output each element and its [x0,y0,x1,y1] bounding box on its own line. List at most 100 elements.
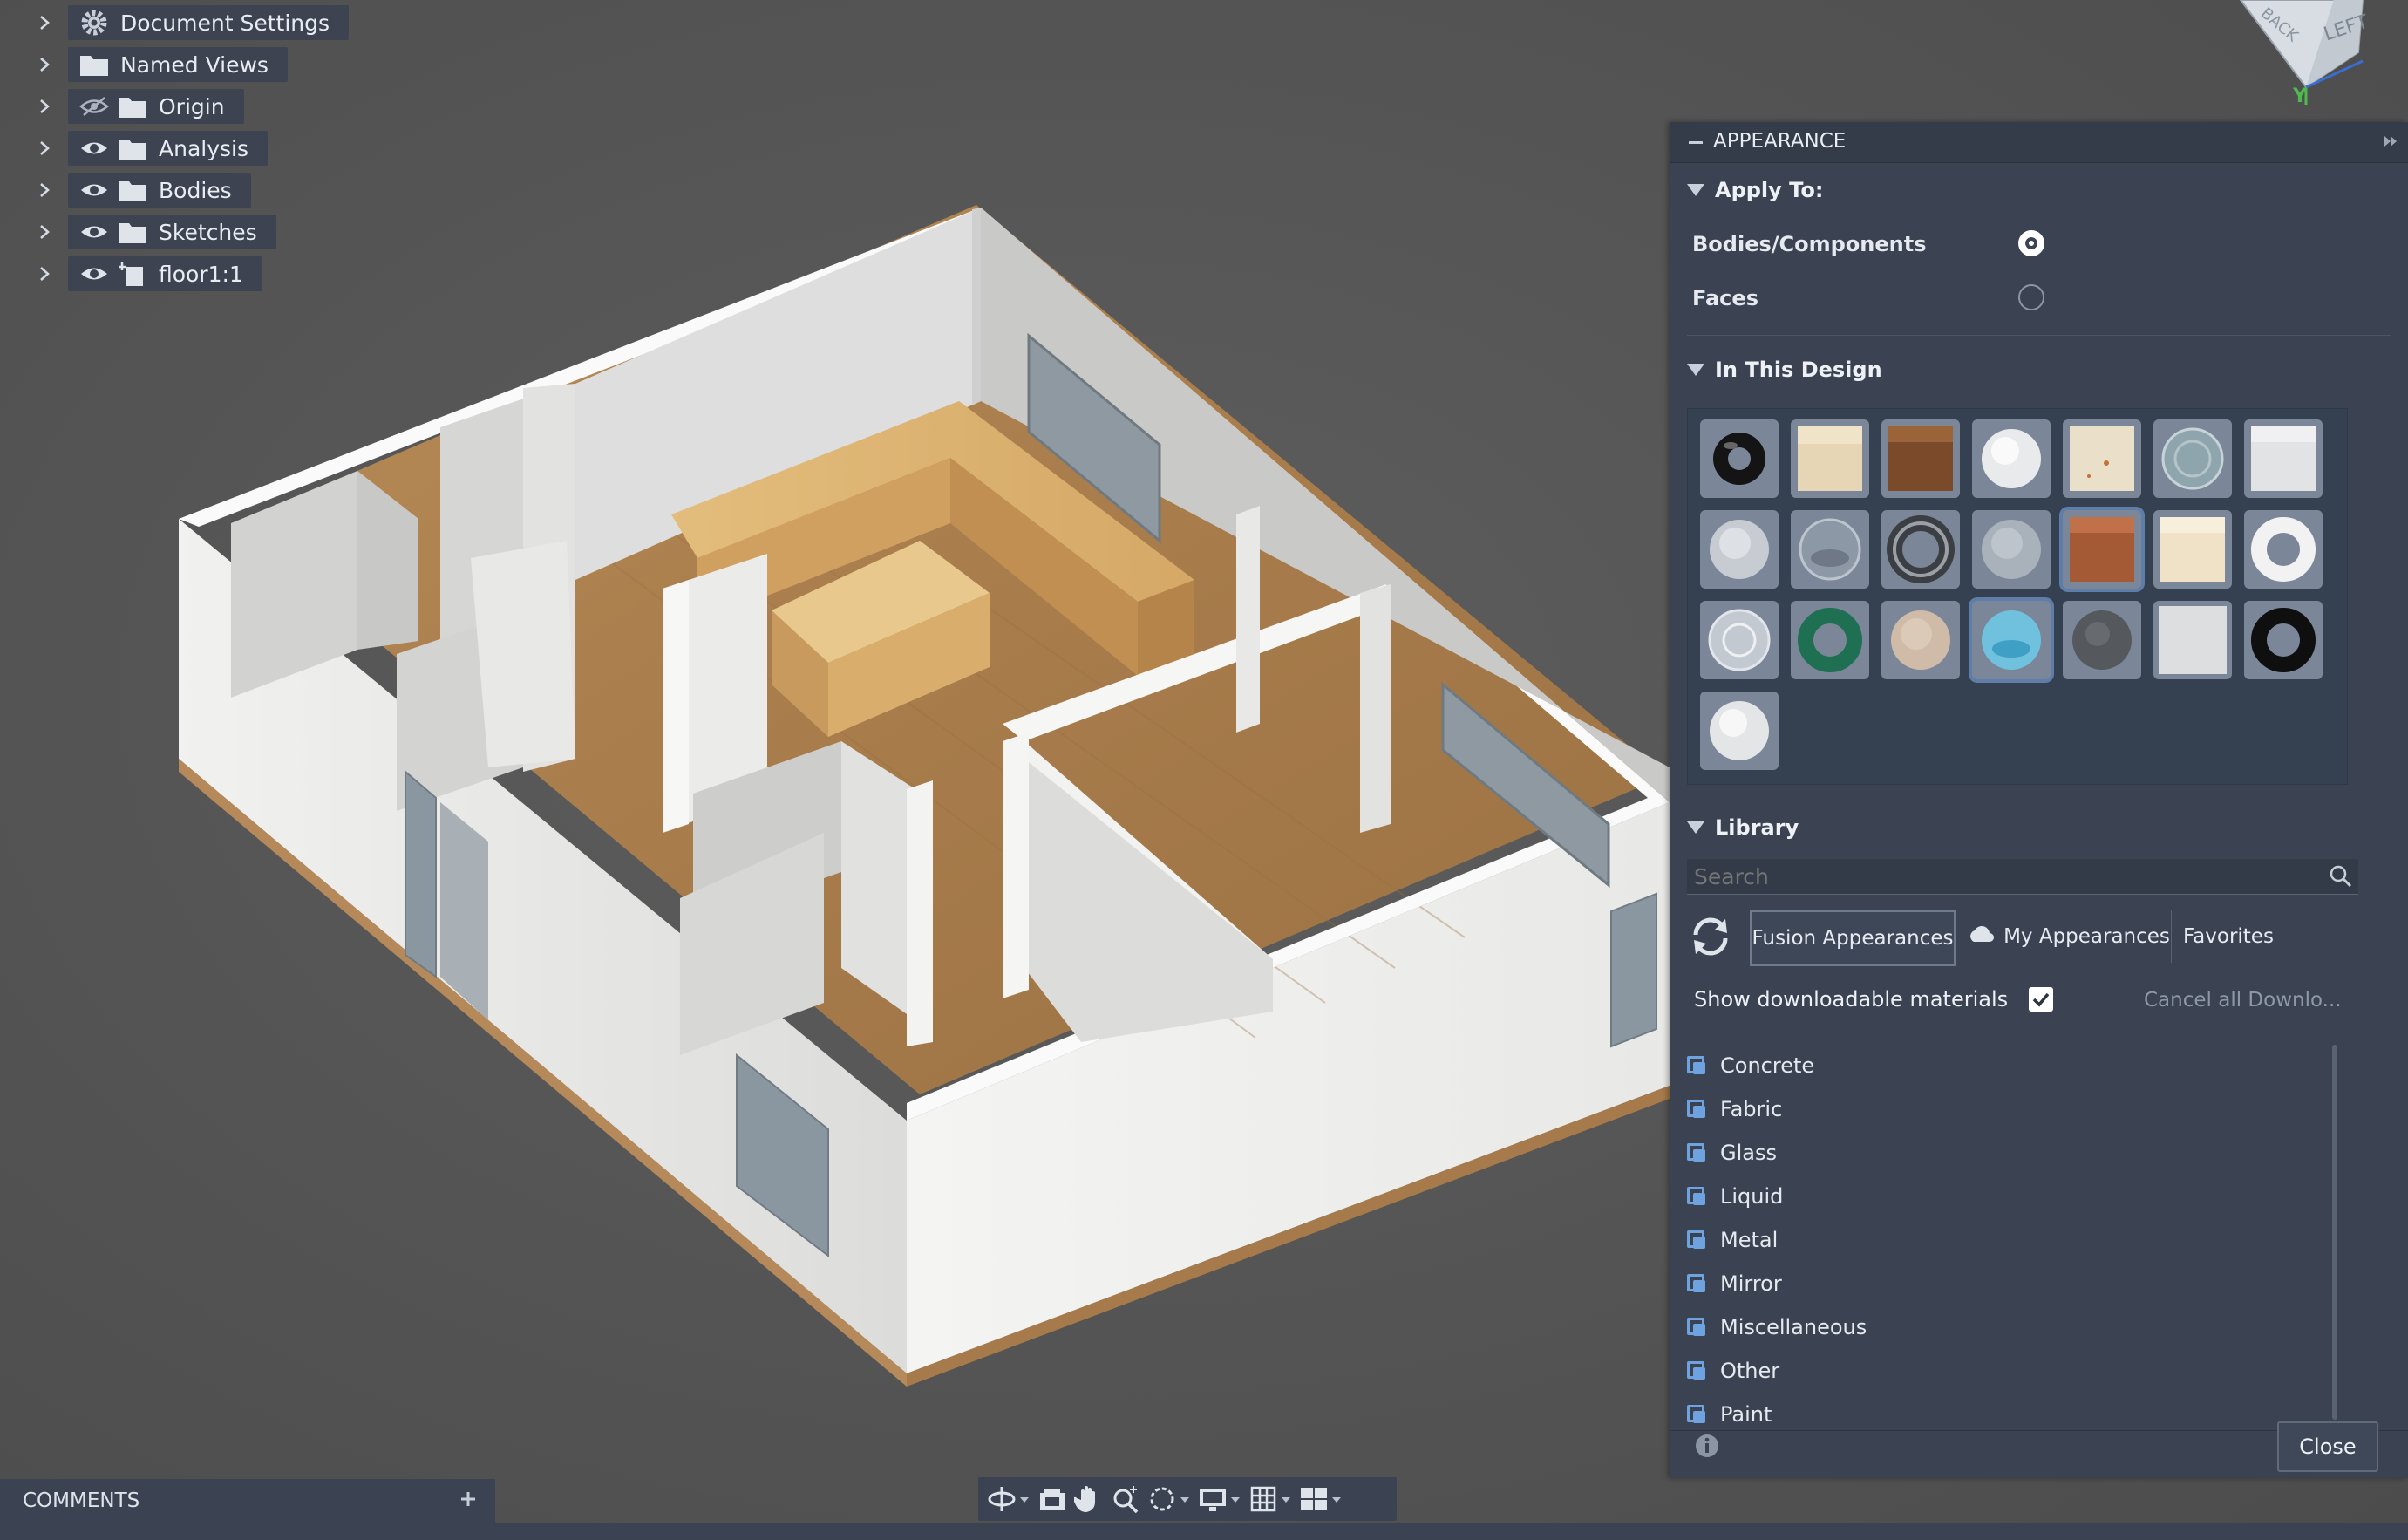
chevron-right-icon[interactable] [31,181,58,199]
expand-double-arrow-icon[interactable] [2382,133,2399,153]
chevron-down-icon[interactable] [1332,1496,1341,1503]
swatch-blue-glass-sphere[interactable] [1972,601,2051,679]
browser-item-named-views[interactable]: Named Views [0,44,288,85]
refresh-icon[interactable] [1687,914,1734,963]
swatch-white-marble-cube[interactable] [2244,419,2323,498]
library-folder-icon [1687,1274,1706,1293]
tab-fusion-appearances[interactable]: Fusion Appearances [1750,910,1956,966]
swatch-granite-sphere[interactable] [2063,601,2141,679]
triangle-down-icon [1687,821,1704,834]
chevron-down-icon[interactable] [1020,1496,1029,1503]
library-folder-icon [1687,1230,1706,1250]
library-scrollbar[interactable] [2332,1045,2337,1420]
list-item-liquid[interactable]: Liquid [1687,1179,1783,1214]
swatch-chrome-torus[interactable] [1881,510,1960,589]
browser-item-origin[interactable]: Origin [0,85,244,127]
radio-faces[interactable] [2018,284,2044,310]
chevron-down-icon[interactable] [1231,1496,1240,1503]
chevron-right-icon[interactable] [31,223,58,241]
collapse-minus-icon[interactable] [1689,141,1703,144]
browser-item-label: Bodies [159,177,232,203]
swatch-walnut-wood-cube[interactable] [1881,419,1960,498]
doorway-post-right-2 [1236,506,1260,733]
eye-hidden-icon[interactable] [75,91,113,122]
swatch-frosted-sphere[interactable] [1700,510,1779,589]
tab-my-appearances[interactable]: My Appearances [1966,910,2172,963]
list-item-paint[interactable]: Paint [1687,1397,1772,1430]
chevron-right-icon[interactable] [31,14,58,31]
browser-item-sketches[interactable]: Sketches [0,211,276,253]
swatch-cherry-wood-cube[interactable] [2063,510,2141,589]
search-icon[interactable] [2329,864,2353,892]
apply-to-section-title[interactable]: Apply To: [1687,178,1823,202]
in-this-design-section-title[interactable]: In This Design [1687,358,1882,382]
browser-item-floor1[interactable]: floor1:1 [0,253,262,295]
swatch-matte-grey-sphere[interactable] [1972,510,2051,589]
eye-icon[interactable] [75,174,113,206]
viewcube[interactable]: LEFT BACK Y [2232,0,2406,113]
comments-bar[interactable]: COMMENTS [0,1479,495,1523]
radio-bodies-components[interactable] [2018,230,2044,256]
info-icon[interactable] [1694,1433,1720,1462]
folder-icon [113,133,152,164]
apply-to-bodies-label: Bodies/Components [1692,232,1927,256]
swatch-clear-glass-sphere[interactable] [1791,510,1869,589]
list-item-concrete[interactable]: Concrete [1687,1048,1814,1083]
grid-icon[interactable] [1245,1481,1282,1517]
swatch-light-wood-cube[interactable] [1791,419,1869,498]
add-comment-plus-icon[interactable] [459,1489,478,1512]
swatch-sandstone-sphere[interactable] [1881,601,1960,679]
chevron-right-icon[interactable] [31,56,58,73]
in-this-design-swatch-grid [1687,408,2348,785]
swatch-speckled-wood-cube[interactable] [2063,419,2141,498]
chevron-right-icon[interactable] [31,265,58,283]
tab-favorites[interactable]: Favorites [2175,910,2282,963]
swatch-black-torus[interactable] [2244,601,2323,679]
viewports-icon[interactable] [1296,1481,1332,1517]
eye-icon[interactable] [75,258,113,290]
chevron-down-icon[interactable] [1282,1496,1290,1503]
viewcube-y-axis-label: Y [2293,85,2307,107]
chevron-right-icon[interactable] [31,98,58,115]
browser-item-analysis[interactable]: Analysis [0,127,269,169]
swatch-white-plaster-cube[interactable] [2153,601,2232,679]
browser-item-document-settings[interactable]: Document Settings [0,2,350,44]
swatch-white-sphere[interactable] [1972,419,2051,498]
close-button[interactable]: Close [2277,1421,2378,1472]
list-item-miscellaneous[interactable]: Miscellaneous [1687,1310,1867,1345]
eye-icon[interactable] [75,133,113,164]
list-item-mirror[interactable]: Mirror [1687,1266,1782,1301]
appearance-panel: APPEARANCE Apply To: Bodies/Components F… [1670,122,2408,1478]
bedroom-post [1003,733,1029,998]
section-divider [1687,335,2391,336]
swatch-birch-wood-cube[interactable] [2153,510,2232,589]
search-input[interactable] [1692,861,2306,892]
swatch-green-torus[interactable] [1791,601,1869,679]
swatch-white-sphere-2[interactable] [1700,692,1779,770]
orbit-icon[interactable] [983,1481,1020,1517]
look-at-icon[interactable] [1034,1481,1071,1517]
show-downloadable-checkbox[interactable] [2029,987,2053,1012]
swatch-clear-sphere[interactable] [1700,601,1779,679]
browser-item-bodies[interactable]: Bodies [0,169,251,211]
fit-window-icon[interactable] [1144,1481,1180,1517]
list-item-fabric[interactable]: Fabric [1687,1092,1782,1127]
display-settings-icon[interactable] [1194,1481,1231,1517]
pan-hand-icon[interactable] [1071,1481,1107,1517]
cancel-all-downloads-link[interactable]: Cancel all Downlo... [2144,989,2342,1012]
swatch-white-torus[interactable] [2244,510,2323,589]
swatch-black-gloss-torus[interactable] [1700,419,1779,498]
library-category-list: Concrete Fabric Glass Liquid Metal Mirro… [1670,1038,2393,1430]
library-section-title[interactable]: Library [1687,815,1799,840]
swatch-glass-sphere[interactable] [2153,419,2232,498]
list-item-other[interactable]: Other [1687,1353,1779,1388]
status-strip [0,1523,2408,1540]
list-item-glass[interactable]: Glass [1687,1135,1777,1170]
eye-icon[interactable] [75,216,113,248]
chevron-down-icon[interactable] [1180,1496,1189,1503]
browser-item-label: Document Settings [120,10,330,36]
zoom-icon[interactable] [1107,1481,1144,1517]
chevron-right-icon[interactable] [31,140,58,157]
panel-title: APPEARANCE [1713,130,1847,153]
list-item-metal[interactable]: Metal [1687,1223,1778,1257]
